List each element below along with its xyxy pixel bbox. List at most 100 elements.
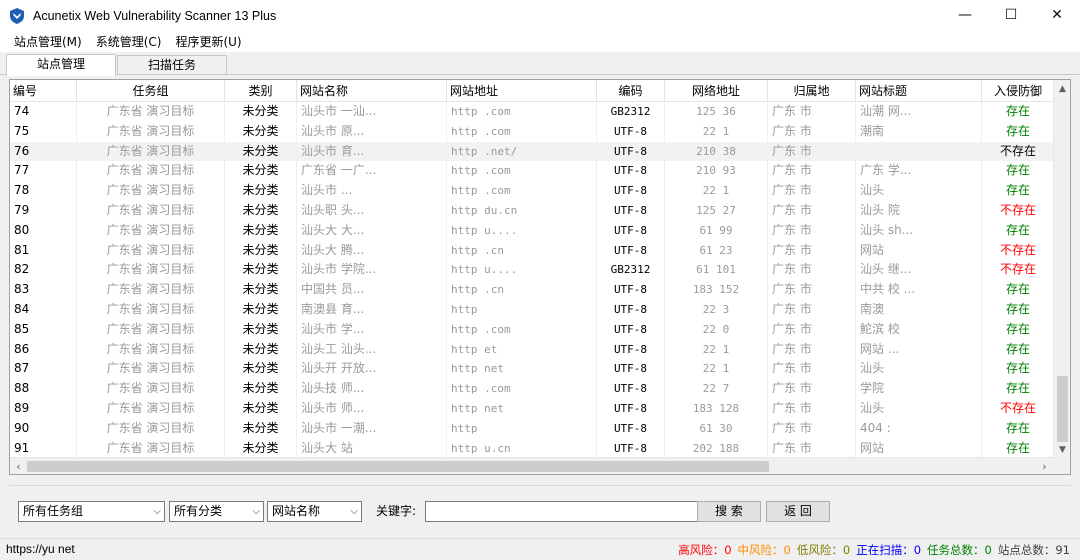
table-row[interactable]: 86 广东省 演习目标 未分类 汕头工 汕头... http et UTF-8 22 1 广东… xyxy=(10,339,1055,360)
table-row[interactable]: 80 广东省 演习目标 未分类 汕头大 大... http u.... UTF-8 61 9… xyxy=(10,220,1055,241)
cell-group: 广东省 演习目标 xyxy=(77,181,225,201)
cell-title: 网站 xyxy=(856,438,982,459)
cell-location: 广东 市 xyxy=(768,121,856,142)
scroll-left-arrow-icon[interactable]: ‹ xyxy=(10,458,27,474)
cell-site-name: 汕头工 汕头... xyxy=(297,339,447,360)
table-row[interactable]: 88 广东省 演习目标 未分类 汕头技 师... http .com UTF-8 22 7广… xyxy=(10,379,1055,399)
col-header-site-name[interactable]: 网站名称 xyxy=(297,80,447,102)
close-button[interactable]: ✕ xyxy=(1034,0,1080,30)
table-row[interactable]: 77 广东省 演习目标 未分类 广东省 一广... http .com UTF-8 210 … xyxy=(10,161,1055,182)
col-header-encoding[interactable]: 编码 xyxy=(597,80,665,102)
cell-ip: 210 93 xyxy=(665,161,768,182)
col-header-title[interactable]: 网站标题 xyxy=(856,80,982,102)
table-row[interactable]: 78 广东省 演习目标 未分类 汕头市 ... http .com UTF-8 22 1 广东… xyxy=(10,181,1055,201)
cell-category: 未分类 xyxy=(225,438,297,459)
col-header-ip[interactable]: 网络地址 xyxy=(665,80,768,102)
cell-ip: 22 3 xyxy=(665,299,768,320)
tab-site-management[interactable]: 站点管理 xyxy=(6,54,116,76)
category-select[interactable]: 所有分类 ⌵ xyxy=(169,501,264,522)
cell-encoding: UTF-8 xyxy=(597,418,665,439)
cell-site-name: 汕头市 育... xyxy=(297,141,447,162)
chevron-down-icon: ⌵ xyxy=(350,506,358,517)
cell-group: 广东省 演习目标 xyxy=(77,438,225,459)
col-header-category[interactable]: 类别 xyxy=(225,80,297,102)
task-group-select[interactable]: 所有任务组 ⌵ xyxy=(18,501,165,522)
cell-category: 未分类 xyxy=(225,359,297,380)
cell-ip: 125 27 xyxy=(665,200,768,221)
minimize-button[interactable]: — xyxy=(942,0,988,30)
cell-site-name: 汕头市 原... xyxy=(297,121,447,142)
cell-site-name: 南澳县 育... xyxy=(297,299,447,320)
col-header-site-url[interactable]: 网站地址 xyxy=(447,80,597,102)
cell-id: 79 xyxy=(10,200,77,221)
keyword-input[interactable] xyxy=(425,501,699,522)
cell-site-url: http .cn xyxy=(447,280,597,300)
table-row[interactable]: 75 广东省 演习目标 未分类 汕头市 原... http .com UTF-8 22 1广… xyxy=(10,121,1055,142)
table-row[interactable]: 81 广东省 演习目标 未分类 汕头大 腾... http .cn UTF-8 61 23 广… xyxy=(10,240,1055,261)
cell-id: 90 xyxy=(10,418,77,439)
vertical-scrollbar[interactable]: ▲ ▼ xyxy=(1053,80,1070,458)
cell-category: 未分类 xyxy=(225,161,297,182)
tab-scan-tasks[interactable]: 扫描任务 xyxy=(117,55,227,75)
cell-site-name: 汕头大 大... xyxy=(297,220,447,241)
cell-location: 广东 市 xyxy=(768,299,856,320)
cell-location: 广东 市 xyxy=(768,181,856,201)
horizontal-scrollbar[interactable]: ‹ › xyxy=(10,457,1053,474)
menu-system-management[interactable]: 系统管理(C) xyxy=(89,32,169,52)
cell-category: 未分类 xyxy=(225,319,297,340)
menu-program-update[interactable]: 程序更新(U) xyxy=(168,32,248,52)
back-button[interactable]: 返 回 xyxy=(766,501,830,522)
cell-category: 未分类 xyxy=(225,102,297,122)
cell-encoding: GB2312 xyxy=(597,260,665,281)
cell-ips-status: 存在 xyxy=(982,280,1055,300)
search-button[interactable]: 搜 索 xyxy=(697,501,761,522)
field-select[interactable]: 网站名称 ⌵ xyxy=(267,501,362,522)
cell-site-name: 汕头市 学院... xyxy=(297,260,447,281)
table-row[interactable]: 76 广东省 演习目标 未分类 汕头市 育... http .net/UTF-8 210 … xyxy=(10,141,1055,162)
table-row[interactable]: 74 广东省 演习目标 未分类 汕头市 一汕... http .com GB2312 125… xyxy=(10,102,1055,122)
cell-id: 76 xyxy=(10,141,77,162)
col-header-id[interactable]: 编号 xyxy=(10,80,77,102)
cell-group: 广东省 演习目标 xyxy=(77,379,225,399)
vertical-scroll-thumb[interactable] xyxy=(1057,376,1068,442)
cell-ip: 22 1 xyxy=(665,339,768,360)
table-row[interactable]: 91 广东省 演习目标 未分类 汕头大 站 http u.cn UTF-8 202 188 广… xyxy=(10,438,1055,459)
cell-group: 广东省 演习目标 xyxy=(77,220,225,241)
cell-site-url: http xyxy=(447,299,597,320)
table-row[interactable]: 87 广东省 演习目标 未分类 汕头开 开放... http net UTF-8 22 1广… xyxy=(10,359,1055,380)
table-row[interactable]: 84 广东省 演习目标 未分类 南澳县 育... http UTF-8 22 3 广东 市南澳… xyxy=(10,299,1055,320)
cell-encoding: UTF-8 xyxy=(597,240,665,261)
cell-group: 广东省 演习目标 xyxy=(77,102,225,122)
cell-id: 82 xyxy=(10,260,77,281)
cell-site-name: 广东省 一广... xyxy=(297,161,447,182)
table-row[interactable]: 83 广东省 演习目标 未分类 中国共 员... http .cn UTF-8 183 15… xyxy=(10,280,1055,300)
cell-location: 广东 市 xyxy=(768,161,856,182)
cell-encoding: UTF-8 xyxy=(597,359,665,380)
table-row[interactable]: 85 广东省 演习目标 未分类 汕头市 学... http .com UTF-8 22 0广… xyxy=(10,319,1055,340)
table-row[interactable]: 90 广东省 演习目标 未分类 汕头市 一潮... http UTF-8 61 30 广东 市… xyxy=(10,418,1055,439)
maximize-button[interactable]: ☐ xyxy=(988,0,1034,30)
table-row[interactable]: 89 广东省 演习目标 未分类 汕头市 师... http net UTF-8 183 12… xyxy=(10,398,1055,419)
cell-id: 77 xyxy=(10,161,77,182)
site-table: 编号 任务组 类别 网站名称 网站地址 编码 网络地址 归属地 网站标题 入侵防… xyxy=(9,79,1071,475)
cell-category: 未分类 xyxy=(225,260,297,281)
cell-encoding: UTF-8 xyxy=(597,141,665,162)
scroll-up-arrow-icon[interactable]: ▲ xyxy=(1054,80,1070,97)
scroll-down-arrow-icon[interactable]: ▼ xyxy=(1054,441,1070,458)
menu-site-management[interactable]: 站点管理(M) xyxy=(0,32,89,52)
col-header-ips[interactable]: 入侵防御 xyxy=(982,80,1055,102)
cell-ips-status: 存在 xyxy=(982,299,1055,320)
table-row[interactable]: 82 广东省 演习目标 未分类 汕头市 学院... http u.... GB2312 61… xyxy=(10,260,1055,281)
table-body: 74 广东省 演习目标 未分类 汕头市 一汕... http .com GB2312 125… xyxy=(10,102,1055,459)
cell-location: 广东 市 xyxy=(768,141,856,162)
status-stats: 高风险：0 中风险：0 低风险：0 正在扫描：0 任务总数：0 站点总数：91 xyxy=(672,542,1070,558)
cell-title: 中共 校 ... xyxy=(856,280,982,300)
horizontal-scroll-thumb[interactable] xyxy=(27,461,769,472)
cell-ips-status: 不存在 xyxy=(982,141,1055,162)
col-header-location[interactable]: 归属地 xyxy=(768,80,856,102)
table-row[interactable]: 79 广东省 演习目标 未分类 汕头职 头... http du.cn UTF-8 125 … xyxy=(10,200,1055,221)
cell-title: 汕潮 网... xyxy=(856,102,982,122)
scroll-right-arrow-icon[interactable]: › xyxy=(1036,458,1053,474)
col-header-group[interactable]: 任务组 xyxy=(77,80,225,102)
cell-title: 汕头 院 xyxy=(856,200,982,221)
